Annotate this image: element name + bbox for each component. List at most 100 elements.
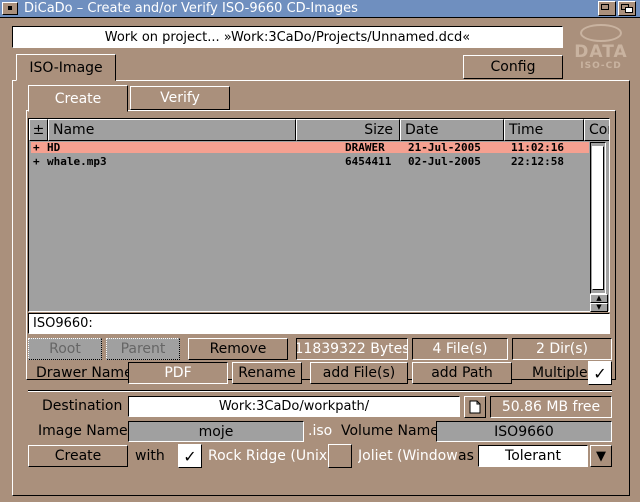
total-bytes-text: 11839322 Bytes	[296, 341, 408, 357]
extension-label: .iso	[308, 423, 333, 439]
file-requester-button[interactable]	[464, 396, 486, 418]
separator	[28, 390, 612, 392]
tab-iso-image[interactable]: ISO-Image	[16, 54, 116, 81]
column-toggle-label: ±	[32, 122, 45, 138]
column-date-label: Date	[405, 122, 439, 138]
free-space-text: 50.86 MB free	[501, 399, 601, 415]
column-size-label: Size	[364, 122, 393, 138]
create-button-label: Create	[54, 448, 102, 464]
dir-count-display: 2 Dir(s)	[512, 338, 612, 360]
drawer-name-field[interactable]: PDF	[128, 362, 228, 384]
destination-input[interactable]: Work:3CaDo/workpath/	[128, 396, 460, 417]
column-name-label: Name	[53, 122, 95, 138]
rock-ridge-checkbox[interactable]: ✓	[178, 444, 202, 468]
file-icon	[469, 400, 481, 414]
tab-verify-label: Verify	[160, 90, 200, 106]
dir-count-text: 2 Dir(s)	[535, 341, 588, 357]
destination-value: Work:3CaDo/workpath/	[218, 399, 370, 414]
column-date[interactable]: Date	[400, 119, 504, 141]
tab-create[interactable]: Create	[28, 85, 128, 112]
drawer-name-label: Drawer Name	[36, 365, 133, 381]
multiple-label: Multiple	[532, 365, 588, 381]
title-bar[interactable]: DiCaDo – Create and/or Verify ISO-9660 C…	[0, 0, 640, 18]
row-size: 6454411	[345, 155, 392, 168]
depth-icon[interactable]	[618, 1, 636, 16]
row-time: 11:02:16	[511, 141, 564, 154]
column-toggle[interactable]: ±	[29, 119, 48, 141]
remove-button[interactable]: Remove	[188, 338, 288, 360]
column-name[interactable]: Name	[48, 119, 296, 141]
current-path-text: ISO9660:	[33, 316, 93, 331]
rename-button-label: Rename	[238, 365, 296, 381]
drawer-name-value: PDF	[164, 365, 192, 381]
file-row[interactable]: + whale.mp3 6454411 02-Jul-2005 22:12:58	[31, 156, 589, 167]
file-list[interactable]: ± Name Size Date Time Comme + HD DRAWER …	[28, 118, 610, 312]
joliet-label: Joliet (Windows	[358, 448, 458, 464]
tab-config[interactable]: Config	[463, 55, 563, 79]
mode-value: Tolerant	[505, 448, 561, 464]
window-title: DiCaDo – Create and/or Verify ISO-9660 C…	[24, 1, 358, 16]
file-count-text: 4 File(s)	[432, 341, 488, 357]
root-button-label: Root	[49, 341, 81, 357]
cd-disc-icon	[580, 24, 622, 42]
total-bytes-display: 11839322 Bytes	[296, 338, 408, 360]
column-time[interactable]: Time	[504, 119, 584, 141]
chevron-down-icon[interactable]: ▼	[590, 445, 612, 467]
project-path-field: Work on project... »Work:3CaDo/Projects/…	[12, 26, 563, 48]
image-name-label: Image Name	[38, 423, 128, 439]
tab-iso-image-label: ISO-Image	[29, 59, 103, 76]
parent-button-label: Parent	[120, 341, 166, 357]
project-path-text: Work on project... »Work:3CaDo/Projects/…	[104, 29, 471, 45]
image-name-value: moje	[198, 423, 234, 440]
rename-button[interactable]: Rename	[232, 362, 302, 384]
column-comment[interactable]: Comme	[584, 119, 609, 141]
rock-ridge-label: Rock Ridge (Unix)	[208, 448, 333, 464]
close-icon[interactable]	[2, 2, 18, 15]
file-row[interactable]: + HD DRAWER 21-Jul-2005 11:02:16	[31, 142, 589, 153]
parent-button[interactable]: Parent	[106, 338, 180, 360]
add-path-button[interactable]: add Path	[412, 362, 512, 384]
create-button[interactable]: Create	[28, 445, 128, 467]
remove-button-label: Remove	[209, 341, 267, 357]
scrollbar-knob[interactable]	[592, 146, 604, 290]
add-files-button[interactable]: add File(s)	[310, 362, 408, 384]
logo-text-data: DATA	[574, 42, 628, 62]
root-button[interactable]: Root	[28, 338, 102, 360]
destination-label: Destination	[42, 398, 123, 414]
scroll-up-icon[interactable]: ▲	[590, 294, 608, 303]
row-name: whale.mp3	[47, 155, 107, 168]
multiple-checkbox[interactable]: ✓	[588, 361, 612, 385]
logo-text-iso: ISO-CD	[580, 61, 622, 71]
tab-config-label: Config	[490, 59, 536, 75]
volume-name-value: ISO9660	[494, 423, 554, 440]
add-files-button-label: add File(s)	[322, 365, 396, 381]
zoom-icon[interactable]	[598, 1, 616, 16]
free-space-display: 50.86 MB free	[490, 396, 612, 418]
tab-verify[interactable]: Verify	[130, 86, 230, 110]
mode-select[interactable]: Tolerant	[478, 445, 588, 467]
volume-name-label: Volume Name	[341, 423, 439, 439]
joliet-checkbox[interactable]	[328, 444, 352, 468]
row-marker: +	[33, 155, 40, 168]
column-time-label: Time	[509, 122, 544, 138]
image-name-input[interactable]: moje	[128, 421, 304, 442]
row-date: 02-Jul-2005	[408, 155, 481, 168]
with-label: with	[135, 448, 165, 464]
as-label: as	[458, 448, 474, 464]
row-name: HD	[47, 141, 61, 154]
add-path-button-label: add Path	[431, 365, 493, 381]
row-date: 21-Jul-2005	[408, 141, 481, 154]
column-comment-label: Comme	[589, 122, 609, 138]
file-count-display: 4 File(s)	[412, 338, 508, 360]
dicado-window: DiCaDo – Create and/or Verify ISO-9660 C…	[0, 0, 640, 502]
volume-name-input[interactable]: ISO9660	[436, 421, 612, 442]
current-path-field[interactable]: ISO9660:	[28, 313, 610, 334]
column-size[interactable]: Size	[296, 119, 400, 141]
data-iso-cd-logo: DATA ISO-CD	[568, 22, 634, 72]
row-time: 22:12:58	[511, 155, 564, 168]
checkmark-icon: ✓	[593, 363, 607, 383]
scroll-down-icon[interactable]: ▼	[590, 303, 608, 312]
row-marker: +	[33, 141, 40, 154]
tab-create-label: Create	[54, 90, 102, 107]
checkmark-icon: ✓	[183, 446, 197, 466]
